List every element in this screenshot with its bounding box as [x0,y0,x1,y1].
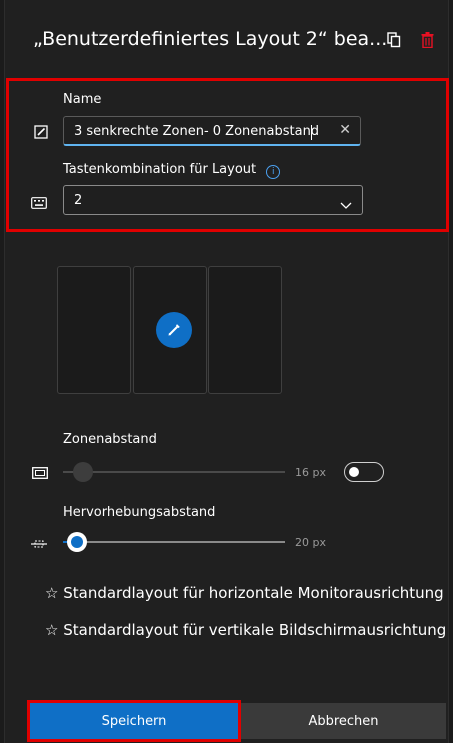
rename-icon [34,124,48,143]
zone-spacing-slider-thumb[interactable] [73,462,93,482]
name-label: Name [63,92,102,107]
delete-icon[interactable] [421,32,434,52]
keyboard-icon [31,194,47,213]
chevron-down-icon [340,195,352,214]
highlight-distance-icon [31,535,47,554]
star-icon: ☆ [45,621,59,639]
edit-layout-dialog: „Benutzerdefiniertes Layout 2“ bea... Na… [4,0,449,743]
highlight-distance-label: Hervorhebungsabstand [63,505,216,520]
default-horizontal-label: Standardlayout für horizontale Monitorau… [63,584,444,602]
shortcut-label: Tastenkombination für Layout i [63,162,281,179]
default-horizontal-option[interactable]: ☆ Standardlayout für horizontale Monitor… [45,584,444,602]
edit-layout-button[interactable] [156,312,192,348]
highlight-frame-save [27,700,241,742]
text-caret [311,125,312,140]
zone-spacing-slider[interactable] [63,471,285,473]
shortcut-dropdown-value: 2 [74,193,83,208]
zone-spacing-label: Zonenabstand [63,432,157,447]
toggle-knob [349,467,359,477]
highlight-distance-value: 20 px [295,536,326,549]
shortcut-label-text: Tastenkombination für Layout [63,162,257,177]
zone-spacing-icon [32,464,48,483]
copy-icon[interactable] [387,32,401,52]
name-input-value: 3 senkrechte Zonen- 0 Zonenabstand [74,124,320,139]
name-input[interactable]: 3 senkrechte Zonen- 0 Zonenabstand ✕ [63,116,361,146]
shortcut-dropdown[interactable]: 2 [63,185,363,215]
layout-zone [57,266,131,394]
pencil-icon [168,324,180,336]
cancel-button[interactable]: Abbrechen [241,703,446,739]
default-vertical-label: Standardlayout für vertikale Bildschirma… [63,621,447,639]
highlight-distance-slider-thumb[interactable] [67,532,87,552]
layout-zone [208,266,282,394]
clear-icon[interactable]: ✕ [339,122,351,138]
dialog-title: „Benutzerdefiniertes Layout 2“ bea... [33,28,388,50]
zone-spacing-value: 16 px [295,466,326,479]
info-icon[interactable]: i [266,165,281,179]
highlight-distance-slider[interactable] [63,541,285,543]
zone-spacing-toggle[interactable] [344,462,384,482]
default-vertical-option[interactable]: ☆ Standardlayout für vertikale Bildschir… [45,621,446,639]
star-icon: ☆ [45,584,59,602]
